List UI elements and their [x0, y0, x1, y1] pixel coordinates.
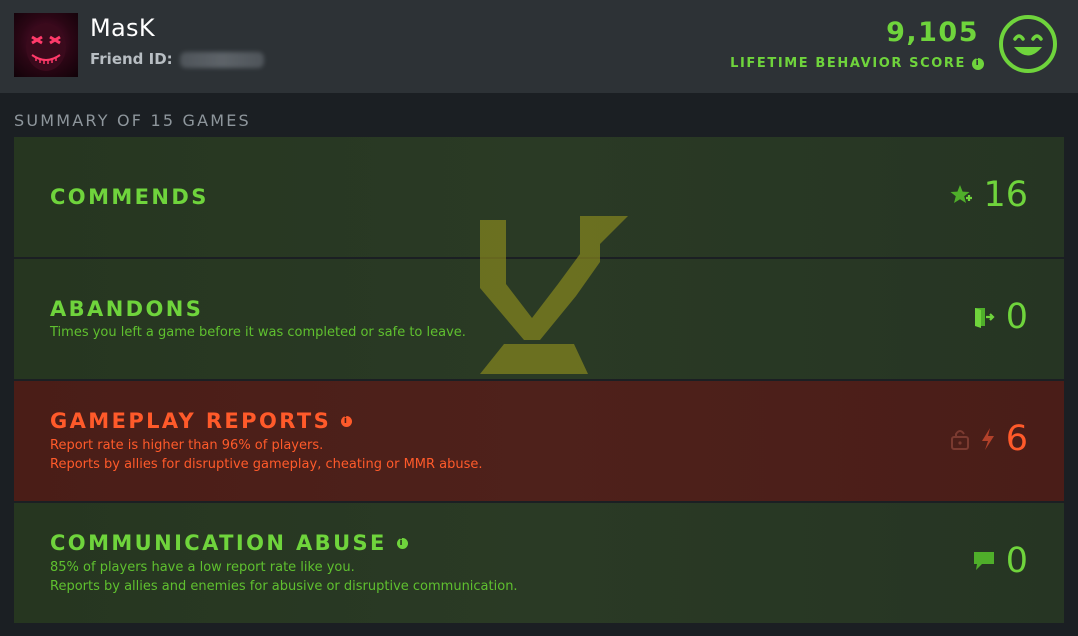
- abandons-description: Times you left a game before it was comp…: [50, 325, 466, 340]
- abandons-value-row: 0: [972, 297, 1028, 337]
- star-plus-icon: [950, 185, 973, 203]
- communication-abuse-card: COMMUNICATION ABUSE i 85% of players hav…: [14, 503, 1064, 625]
- lightning-icon: [981, 428, 994, 450]
- info-icon[interactable]: i: [396, 537, 408, 549]
- gameplay-reports-description: Report rate is higher than 96% of player…: [50, 436, 483, 474]
- mask-avatar-image: [26, 23, 66, 71]
- behavior-score-label: LIFETIME BEHAVIOR SCORE: [730, 56, 966, 71]
- info-icon[interactable]: i: [341, 415, 353, 427]
- emblem-watermark: [480, 216, 628, 374]
- abandons-title: ABANDONS: [50, 297, 204, 321]
- commends-value-row: 16: [949, 175, 1028, 215]
- username: MasK: [90, 14, 155, 42]
- communication-abuse-rate-text: 85% of players have a low report rate li…: [50, 560, 355, 575]
- communication-abuse-title: COMMUNICATION ABUSE: [50, 531, 387, 555]
- gameplay-reports-explanation: Reports by allies for disruptive gamepla…: [50, 457, 483, 472]
- profile-header: MasK Friend ID: 9,105 LIFETIME BEHAVIOR …: [0, 0, 1078, 93]
- gameplay-reports-title-row: GAMEPLAY REPORTS i: [50, 409, 353, 433]
- smiley-face-icon: [999, 15, 1057, 73]
- summary-title: SUMMARY OF 15 GAMES: [14, 111, 251, 130]
- behavior-score-label-row: LIFETIME BEHAVIOR SCORE i: [730, 56, 984, 71]
- abandons-count: 0: [1005, 297, 1028, 337]
- commends-count: 16: [983, 175, 1028, 215]
- communication-abuse-title-row: COMMUNICATION ABUSE i: [50, 531, 408, 555]
- avatar[interactable]: [14, 13, 78, 77]
- communication-abuse-description: 85% of players have a low report rate li…: [50, 558, 518, 596]
- friend-id-redacted: [179, 51, 264, 68]
- gameplay-reports-rate-text: Report rate is higher than 96% of player…: [50, 438, 324, 453]
- gameplay-reports-title: GAMEPLAY REPORTS: [50, 409, 332, 433]
- gameplay-reports-count: 6: [1005, 419, 1028, 459]
- exit-door-icon: [974, 308, 995, 328]
- communication-abuse-value-row: 0: [972, 541, 1028, 581]
- lock-icon: [950, 430, 969, 450]
- friend-id-label: Friend ID:: [90, 50, 173, 68]
- commends-title: COMMENDS: [50, 185, 209, 209]
- info-icon[interactable]: i: [972, 57, 984, 70]
- behavior-score-value: 9,105: [886, 17, 979, 48]
- friend-id-row: Friend ID:: [90, 50, 264, 68]
- communication-abuse-explanation: Reports by allies and enemies for abusiv…: [50, 579, 518, 594]
- communication-abuse-count: 0: [1005, 541, 1028, 581]
- chat-bubble-icon: [973, 552, 994, 570]
- gameplay-reports-value-row: 6: [950, 419, 1028, 459]
- gameplay-reports-card: GAMEPLAY REPORTS i Report rate is higher…: [14, 381, 1064, 503]
